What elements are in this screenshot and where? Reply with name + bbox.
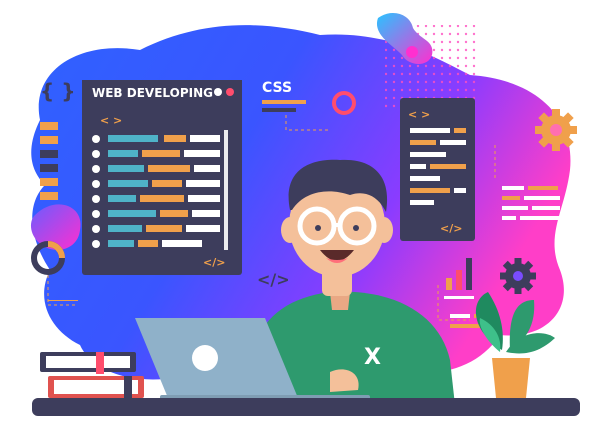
window-dot-white (214, 88, 222, 96)
right-panel-open-tag: < > (408, 108, 430, 121)
gear-icon-orange (535, 109, 577, 151)
web-developing-panel: WEB DEVELOPING < > </> (82, 80, 242, 275)
web-developer-illustration: { } WEB DEVELOPING < > </> CSS < > </> <… (0, 0, 599, 427)
books-stack (40, 352, 144, 400)
gear-icon-dark (500, 258, 536, 294)
window-dot-red (226, 88, 234, 96)
panel-title: WEB DEVELOPING (92, 86, 213, 100)
desk (32, 398, 580, 416)
code-tag-icon: </> (257, 270, 290, 289)
apple-logo-icon (192, 345, 218, 371)
right-panel-close-tag: </> (440, 222, 462, 235)
right-code-panel: < > </> (400, 98, 475, 241)
css-label: CSS (262, 80, 292, 96)
decorative-blob-top (376, 13, 480, 110)
shirt-letter: X (364, 345, 381, 370)
brace-icon: { } (40, 79, 75, 103)
panel-close-tag: </> (203, 256, 225, 269)
panel-open-tag: < > (100, 114, 122, 127)
